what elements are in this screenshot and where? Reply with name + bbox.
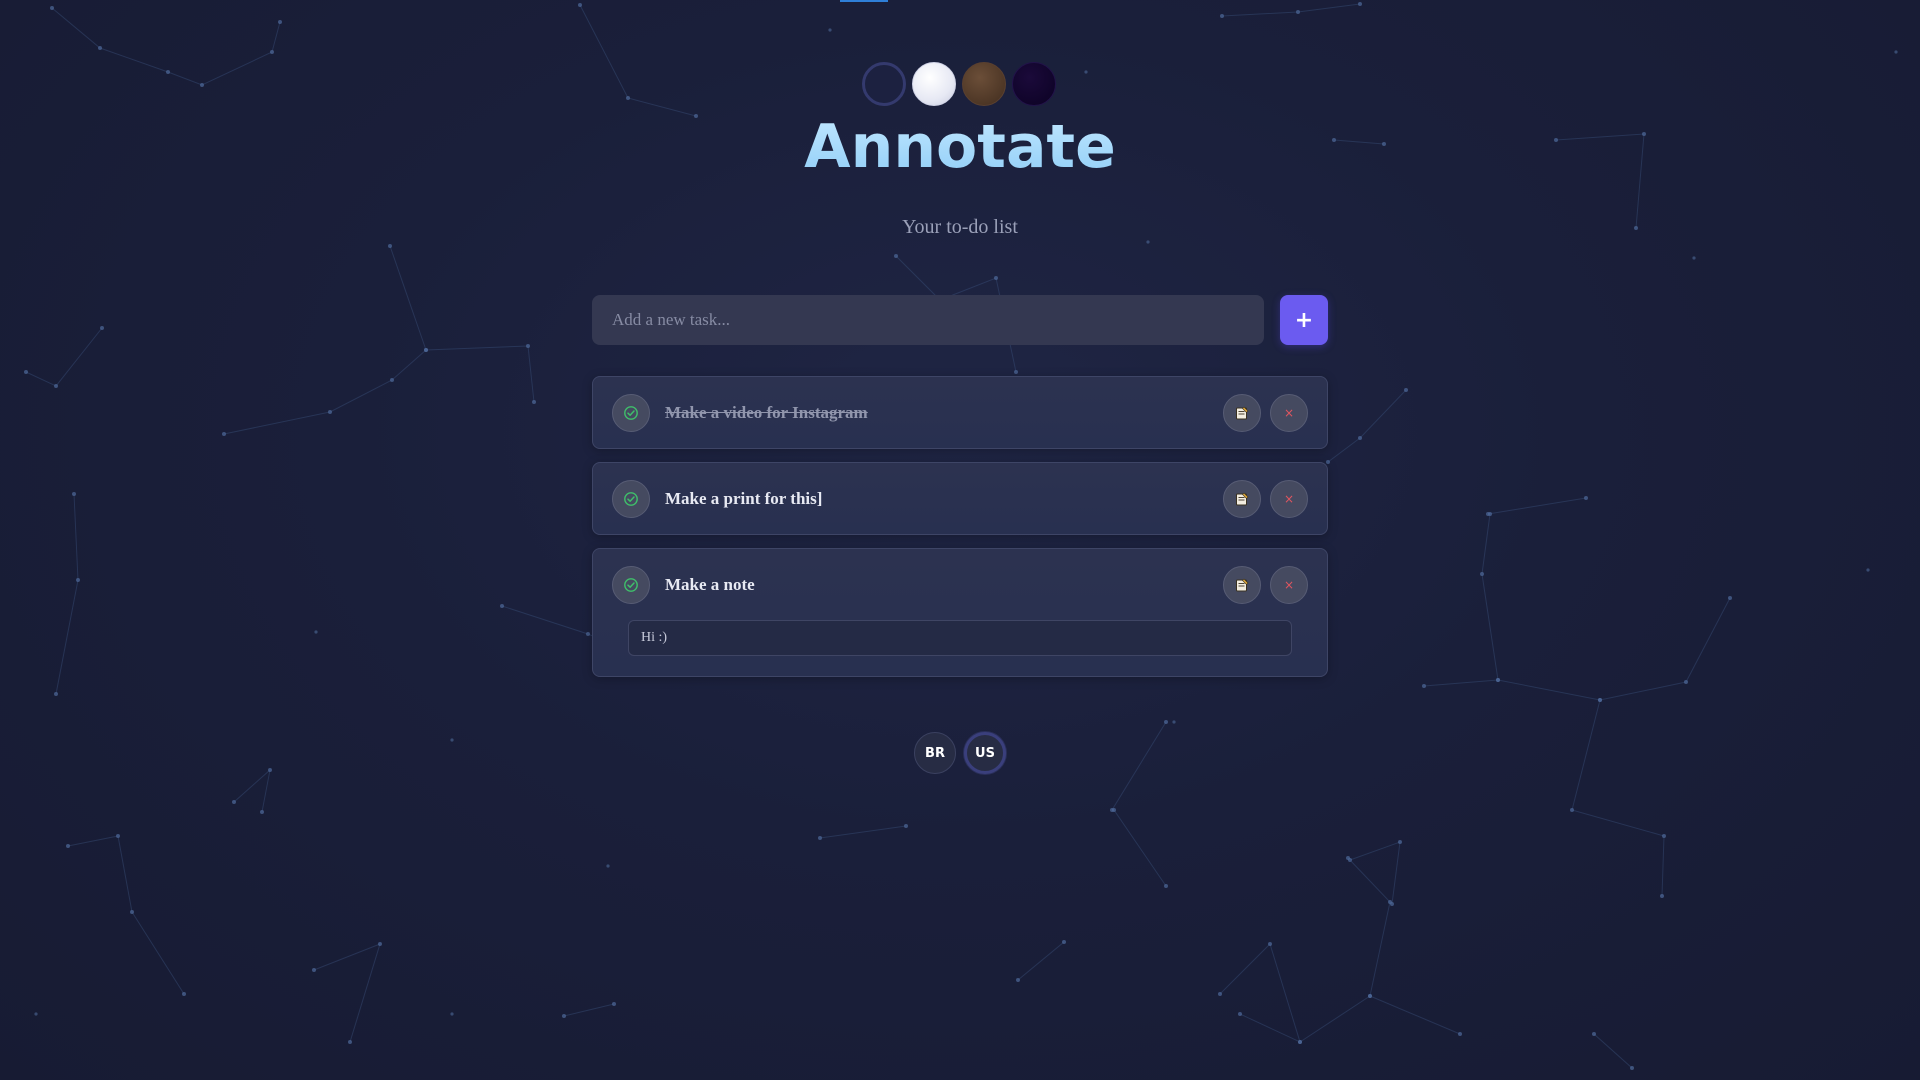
complete-task-button[interactable] <box>612 565 650 604</box>
task-text: Make a print for this] <box>665 488 823 508</box>
task-item: Make a video for Instagram × <box>592 376 1328 449</box>
note-icon <box>1236 492 1249 505</box>
app-subtitle: Your to-do list <box>902 216 1018 238</box>
close-icon: × <box>1283 491 1295 506</box>
add-note-button[interactable] <box>1223 393 1261 432</box>
theme-picker <box>862 62 1056 106</box>
add-task-button[interactable]: + <box>1280 295 1328 345</box>
check-circle-icon <box>624 577 638 592</box>
complete-task-button[interactable] <box>612 393 650 432</box>
theme-swatch-brown[interactable] <box>962 62 1006 106</box>
task-list: Make a video for Instagram × Make a prin… <box>592 376 1328 690</box>
close-icon: × <box>1283 405 1295 420</box>
language-button-us[interactable]: US <box>964 732 1006 774</box>
task-text: Make a video for Instagram <box>665 402 868 422</box>
app-title: Annotate <box>0 112 1920 182</box>
app-container: Annotate Your to-do list + Make a video … <box>0 0 1920 1080</box>
note-icon <box>1236 406 1249 419</box>
check-circle-icon <box>624 491 638 506</box>
add-note-button[interactable] <box>1223 479 1261 518</box>
note-icon <box>1236 578 1249 591</box>
top-progress-indicator <box>840 0 888 2</box>
task-note-field[interactable]: Hi :) <box>628 620 1292 656</box>
task-item: Make a note × Hi :) <box>592 548 1328 677</box>
task-text: Make a note <box>665 574 755 594</box>
delete-task-button[interactable]: × <box>1270 393 1308 432</box>
language-switcher: BR US <box>914 732 1006 774</box>
new-task-input[interactable] <box>592 295 1264 345</box>
add-note-button[interactable] <box>1223 565 1261 604</box>
close-icon: × <box>1283 577 1295 592</box>
delete-task-button[interactable]: × <box>1270 565 1308 604</box>
complete-task-button[interactable] <box>612 479 650 518</box>
check-circle-icon <box>624 405 638 420</box>
delete-task-button[interactable]: × <box>1270 479 1308 518</box>
task-item: Make a print for this] × <box>592 462 1328 535</box>
theme-swatch-dark-navy[interactable] <box>862 62 906 106</box>
theme-swatch-deep-purple[interactable] <box>1012 62 1056 106</box>
add-task-form: + <box>592 295 1328 345</box>
theme-swatch-light[interactable] <box>912 62 956 106</box>
language-button-br[interactable]: BR <box>914 732 956 774</box>
